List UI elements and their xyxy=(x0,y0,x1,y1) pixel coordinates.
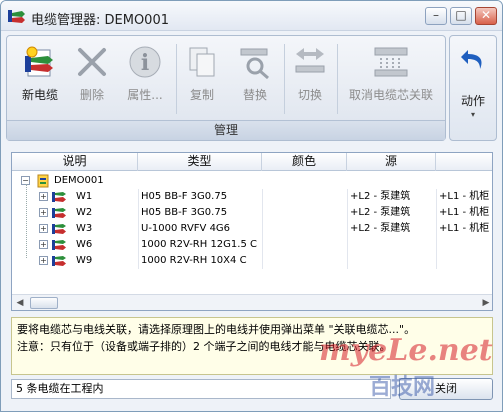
delete-icon xyxy=(78,48,106,76)
table-row[interactable]: + W2 H05 BB-F 3G0.75 +L2 - 泵建筑 +L1 - 机柜 xyxy=(12,205,492,221)
cable-source: +L2 - 泵建筑 xyxy=(350,191,411,202)
replace-label: 替换 xyxy=(242,88,267,102)
cable-source: +L2 - 泵建筑 xyxy=(350,207,411,218)
maximize-button[interactable]: □ xyxy=(450,7,472,25)
ribbon-separator xyxy=(337,44,338,114)
table-row[interactable]: + W9 1000 R2V-RH 10X4 C xyxy=(12,253,492,269)
cable-type: H05 BB-F 3G0.75 xyxy=(141,207,228,218)
cable-name: W9 xyxy=(76,255,93,266)
watermark-text-cn: 百技网 xyxy=(369,375,436,400)
cable-type: 1000 R2V-RH 10X4 C xyxy=(141,255,247,266)
cable-icon xyxy=(52,208,66,218)
unlink-cores-icon xyxy=(374,47,408,77)
column-source[interactable]: 源 xyxy=(347,153,436,171)
table-row[interactable]: + W6 1000 R2V-RH 12G1.5 C xyxy=(12,237,492,253)
scrollbar-thumb[interactable] xyxy=(30,297,58,309)
column-type[interactable]: 类型 xyxy=(138,153,262,171)
action-button[interactable]: 动作 ▾ xyxy=(449,35,497,141)
window-title: 电缆管理器: DEMO001 xyxy=(31,13,169,28)
copy-icon xyxy=(189,47,215,77)
cable-target: +L1 - 机柜 xyxy=(439,207,490,218)
properties-icon: i xyxy=(129,46,161,78)
table-row[interactable]: + W1 H05 BB-F 3G0.75 +L2 - 泵建筑 +L1 - 机柜 xyxy=(12,189,492,205)
svg-text:i: i xyxy=(141,50,149,76)
properties-label: 属性... xyxy=(127,88,163,102)
column-description[interactable]: 说明 xyxy=(12,153,138,171)
cable-target: +L1 - 机柜 xyxy=(439,223,490,234)
switch-icon xyxy=(295,48,325,73)
chevron-down-icon: ▾ xyxy=(470,110,475,119)
cable-name: W2 xyxy=(76,207,93,218)
copy-button[interactable]: 复制 xyxy=(179,42,225,106)
cable-type: 1000 R2V-RH 12G1.5 C xyxy=(141,239,257,250)
cable-name: W3 xyxy=(76,223,93,234)
scroll-right-icon[interactable]: ▶ xyxy=(480,297,492,309)
replace-icon xyxy=(240,48,269,80)
switch-button[interactable]: 切换 xyxy=(287,42,333,106)
new-cable-icon xyxy=(25,46,53,77)
title-bar[interactable]: 电缆管理器: DEMO001 – □ ✕ xyxy=(1,1,502,31)
cable-table[interactable]: 说明 类型 颜色 源 − DEMO001 + W1 H05 BB-F 3G0.7… xyxy=(11,152,493,311)
cable-manager-window: 电缆管理器: DEMO001 – □ ✕ 新电缆 删除 i 属性... 复制 替… xyxy=(0,0,503,412)
delete-button[interactable]: 删除 xyxy=(69,42,115,106)
delete-label: 删除 xyxy=(79,88,104,102)
watermark-text: myeLe.net xyxy=(319,333,493,368)
manage-group: 新电缆 删除 i 属性... 复制 替换 切换 取消电缆芯关联 管理 xyxy=(6,35,446,141)
new-cable-button[interactable]: 新电缆 xyxy=(11,42,69,106)
manage-group-label: 管理 xyxy=(7,120,445,140)
unlink-cores-button[interactable]: 取消电缆芯关联 xyxy=(339,42,443,106)
new-cable-label: 新电缆 xyxy=(21,88,58,102)
app-cable-icon xyxy=(8,10,25,23)
ribbon-separator xyxy=(176,44,177,114)
root-label: DEMO001 xyxy=(54,175,104,186)
cable-name: W1 xyxy=(76,191,93,202)
switch-label: 切换 xyxy=(297,88,322,102)
column-color[interactable]: 颜色 xyxy=(262,153,347,171)
cable-name: W6 xyxy=(76,239,93,250)
tree-root-row[interactable]: − DEMO001 xyxy=(12,173,492,189)
action-label: 动作 xyxy=(460,94,485,108)
properties-button[interactable]: i 属性... xyxy=(117,42,173,106)
cable-icon xyxy=(52,224,66,234)
copy-label: 复制 xyxy=(189,88,214,102)
expand-toggle[interactable]: + xyxy=(39,208,48,217)
project-icon xyxy=(37,174,49,188)
window-close-button[interactable]: ✕ xyxy=(475,7,497,25)
expand-toggle[interactable]: + xyxy=(39,256,48,265)
unlink-cores-label: 取消电缆芯关联 xyxy=(348,88,433,102)
table-row[interactable]: + W3 U-1000 RVFV 4G6 +L2 - 泵建筑 +L1 - 机柜 xyxy=(12,221,492,237)
ribbon-separator xyxy=(284,44,285,114)
horizontal-scrollbar[interactable]: ◀ ▶ xyxy=(12,294,492,310)
minimize-button[interactable]: – xyxy=(425,7,447,25)
undo-arrow-icon xyxy=(461,50,482,69)
ribbon: 新电缆 删除 i 属性... 复制 替换 切换 取消电缆芯关联 管理 动作 ▾ xyxy=(6,35,499,145)
table-header: 说明 类型 颜色 源 xyxy=(12,153,492,171)
cable-icon xyxy=(52,256,66,266)
cable-icon xyxy=(52,240,66,250)
expand-toggle[interactable]: + xyxy=(39,240,48,249)
cable-type: H05 BB-F 3G0.75 xyxy=(141,191,228,202)
cable-icon xyxy=(52,192,66,202)
replace-button[interactable]: 替换 xyxy=(229,42,281,106)
cable-source: +L2 - 泵建筑 xyxy=(350,223,411,234)
cable-type: U-1000 RVFV 4G6 xyxy=(141,223,231,234)
cable-target: +L1 - 机柜 xyxy=(439,191,490,202)
expand-toggle[interactable]: + xyxy=(39,192,48,201)
status-bar: 5 条电缆在工程内 xyxy=(11,379,391,399)
expand-toggle[interactable]: + xyxy=(39,224,48,233)
scroll-left-icon[interactable]: ◀ xyxy=(14,297,26,309)
column-target[interactable] xyxy=(436,153,492,171)
